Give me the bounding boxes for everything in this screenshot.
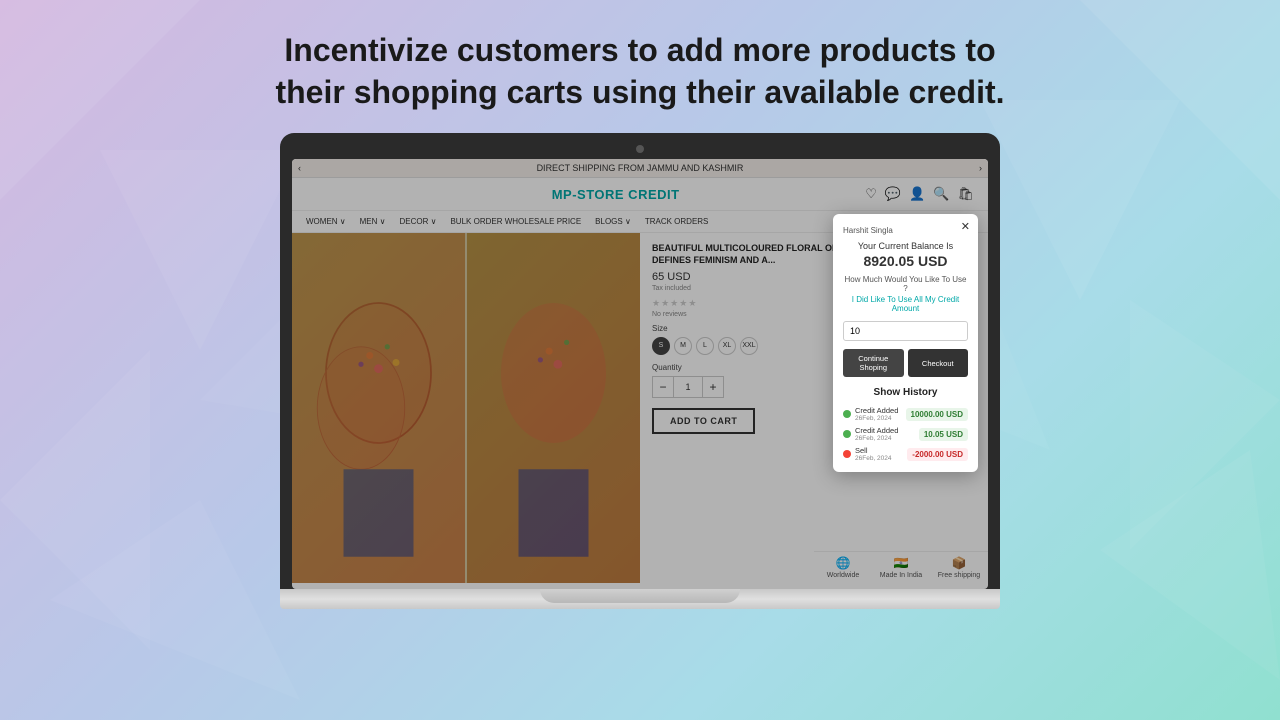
history-item-3-left: Sell 26Feb, 2024: [843, 446, 892, 462]
history-item-1: Credit Added 26Feb, 2024 10000.00 USD: [843, 406, 968, 422]
modal-use-all-link[interactable]: I Did Like To Use All My Credit Amount: [843, 295, 968, 313]
history-dot-3: [843, 450, 851, 458]
main-headline: Incentivize customers to add more produc…: [0, 0, 1280, 133]
laptop-screen-outer: ‹ DIRECT SHIPPING FROM JAMMU AND KASHMIR…: [280, 133, 1000, 589]
checkout-button[interactable]: Checkout: [908, 349, 969, 377]
laptop-mockup: ‹ DIRECT SHIPPING FROM JAMMU AND KASHMIR…: [0, 133, 1280, 609]
modal-use-label: How Much Would You Like To Use ?: [843, 275, 968, 293]
modal-action-buttons: Continue Shoping Checkout: [843, 349, 968, 377]
history-item-3-text: Sell 26Feb, 2024: [855, 446, 892, 462]
history-item-2-text: Credit Added 26Feb, 2024: [855, 426, 898, 442]
history-amount-1: 10000.00 USD: [906, 408, 968, 421]
modal-overlay: ✕ Harshit Singla Your Current Balance Is…: [292, 159, 988, 589]
history-amount-2: 10.05 USD: [919, 428, 968, 441]
modal-balance-label: Your Current Balance Is: [843, 241, 968, 251]
show-history-label: Show History: [843, 387, 968, 398]
laptop-camera: [636, 145, 644, 153]
modal-balance-amount: 8920.05 USD: [843, 253, 968, 269]
credit-amount-input[interactable]: [843, 321, 968, 341]
history-items: Credit Added 26Feb, 2024 10000.00 USD: [843, 406, 968, 462]
history-item-1-text: Credit Added 26Feb, 2024: [855, 406, 898, 422]
laptop: ‹ DIRECT SHIPPING FROM JAMMU AND KASHMIR…: [280, 133, 1000, 609]
website-content: ‹ DIRECT SHIPPING FROM JAMMU AND KASHMIR…: [292, 159, 988, 589]
history-item-1-left: Credit Added 26Feb, 2024: [843, 406, 898, 422]
history-dot-2: [843, 430, 851, 438]
history-item-2: Credit Added 26Feb, 2024 10.05 USD: [843, 426, 968, 442]
laptop-screen: ‹ DIRECT SHIPPING FROM JAMMU AND KASHMIR…: [292, 159, 988, 589]
history-amount-3: -2000.00 USD: [907, 448, 968, 461]
history-dot-1: [843, 410, 851, 418]
laptop-base: [280, 589, 1000, 609]
modal-close-button[interactable]: ✕: [961, 220, 970, 233]
modal-user-name: Harshit Singla: [843, 226, 968, 235]
credit-modal: ✕ Harshit Singla Your Current Balance Is…: [833, 214, 978, 472]
continue-shopping-button[interactable]: Continue Shoping: [843, 349, 904, 377]
history-item-3: Sell 26Feb, 2024 -2000.00 USD: [843, 446, 968, 462]
laptop-stand: [540, 589, 740, 603]
history-item-2-left: Credit Added 26Feb, 2024: [843, 426, 898, 442]
